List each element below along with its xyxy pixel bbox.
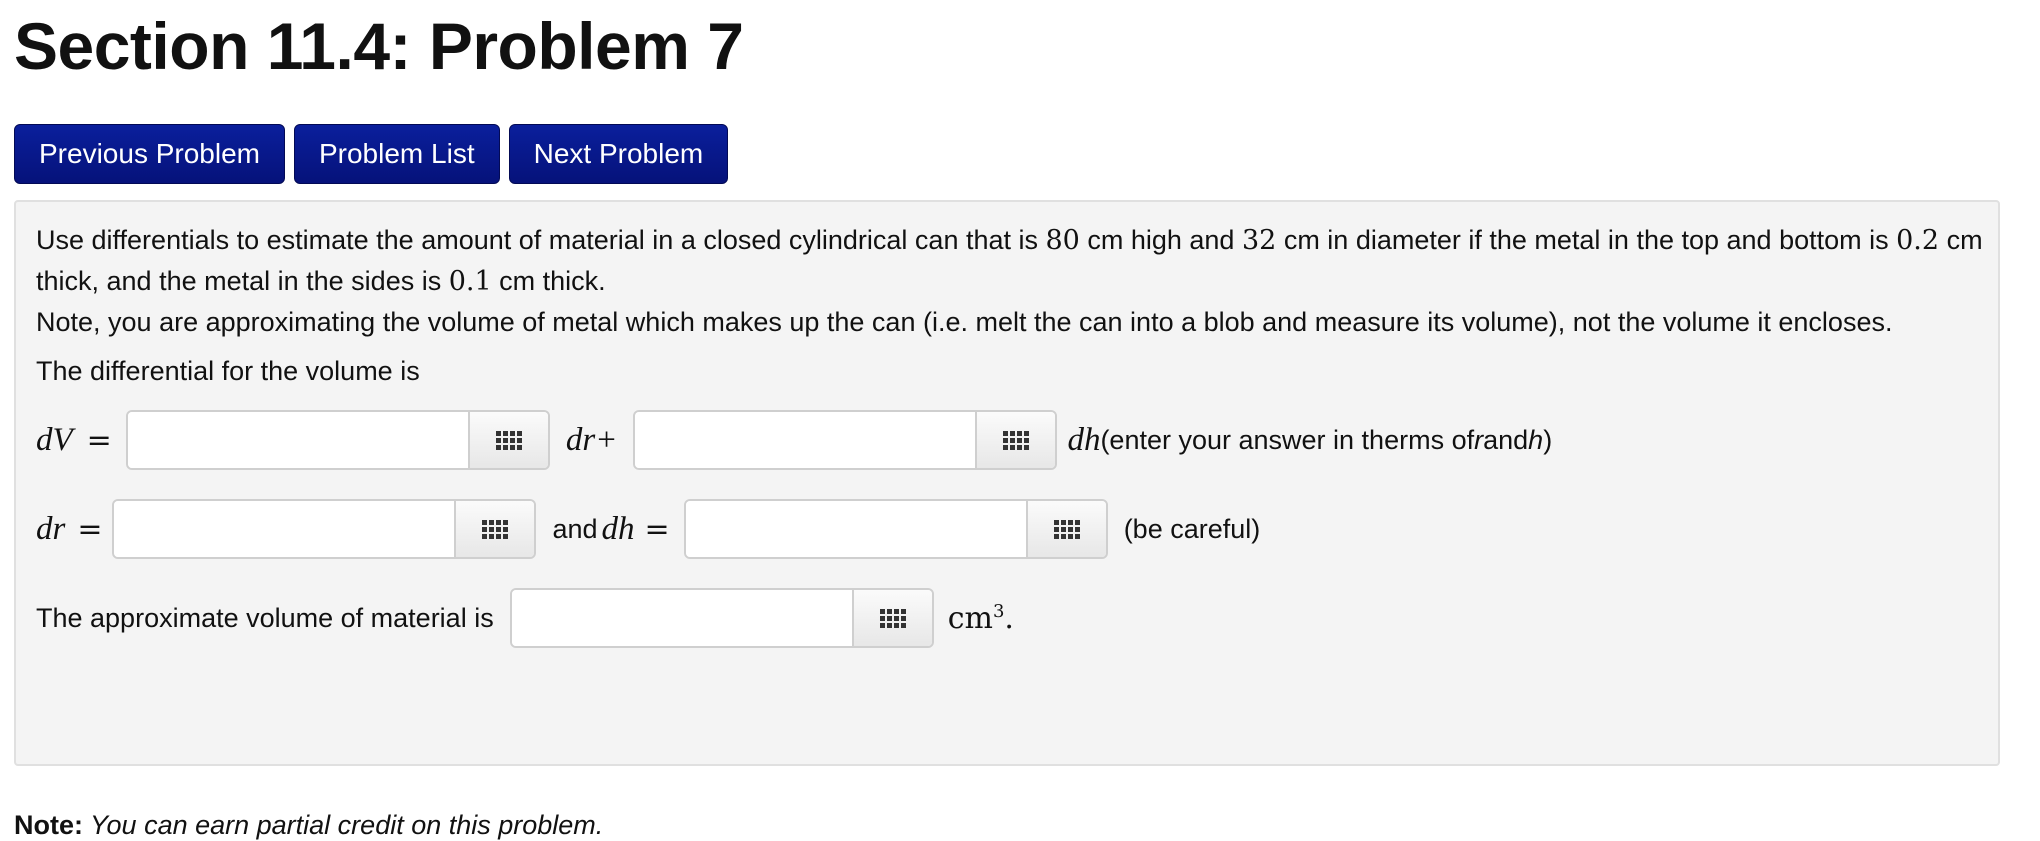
statement-text: cm thick. — [491, 266, 606, 296]
unit-exponent: 3 — [992, 600, 1005, 622]
equals-sign: = — [644, 511, 670, 547]
be-careful-note: (be careful) — [1123, 513, 1261, 544]
dr-dh-row: dr = and dh = (be careful) — [36, 499, 1260, 559]
and-text: and — [552, 513, 598, 544]
math-keyboard-icon[interactable] — [467, 412, 548, 468]
dv-row: dV = dr+ dh (enter your answer in therms… — [36, 410, 1552, 470]
dv-dr-coefficient-input[interactable] — [127, 412, 468, 468]
volume-row: The approximate volume of material is cm… — [36, 588, 1014, 648]
next-problem-button[interactable]: Next Problem — [508, 124, 729, 184]
dv-dh-coefficient-answer — [633, 410, 1058, 470]
dh-answer — [683, 499, 1108, 559]
math-keyboard-icon[interactable] — [1025, 501, 1106, 557]
problem-panel: Use differentials to estimate the amount… — [14, 200, 2000, 766]
top-bottom-thickness: 0.2 — [1896, 225, 1940, 256]
hint-r-var: r — [1474, 424, 1484, 455]
dh-input[interactable] — [685, 501, 1026, 557]
differential-intro-row: The differential for the volume is — [36, 356, 420, 387]
dr-label: dr — [36, 510, 66, 547]
math-keyboard-icon[interactable] — [975, 412, 1056, 468]
equals-sign: = — [77, 511, 103, 547]
approx-volume-label: The approximate volume of material is — [36, 602, 494, 633]
volume-input[interactable] — [511, 590, 852, 646]
diameter-value: 32 — [1241, 225, 1277, 256]
dh-label: dh — [601, 510, 635, 547]
dr-term: dr+ — [565, 421, 618, 458]
problem-nav: Previous Problem Problem List Next Probl… — [14, 124, 729, 184]
previous-problem-button[interactable]: Previous Problem — [14, 124, 285, 184]
dh-term: dh — [1067, 421, 1101, 458]
statement-note: Note, you are approximating the volume o… — [36, 307, 1893, 337]
equals-sign: = — [86, 422, 112, 458]
volume-unit: cm3. — [948, 601, 1014, 636]
unit-text: cm — [947, 600, 993, 636]
hint-and: and — [1483, 424, 1529, 455]
volume-answer — [509, 588, 934, 648]
dv-label: dV — [36, 421, 73, 458]
statement-text: Use differentials to estimate the amount… — [36, 225, 1046, 255]
hint-close: ) — [1543, 424, 1553, 455]
dv-hint: (enter your answer in therms of — [1100, 424, 1475, 455]
problem-statement: Use differentials to estimate the amount… — [36, 220, 1986, 342]
note-text: You can earn partial credit on this prob… — [83, 810, 604, 840]
statement-text: cm high and — [1079, 225, 1242, 255]
page-title: Section 11.4: Problem 7 — [14, 9, 744, 83]
height-value: 80 — [1045, 225, 1080, 256]
hint-h-var: h — [1528, 424, 1544, 455]
side-thickness: 0.1 — [448, 266, 492, 297]
partial-credit-note: Note: You can earn partial credit on thi… — [14, 810, 603, 841]
math-keyboard-icon[interactable] — [851, 590, 932, 646]
note-label: Note: — [14, 810, 83, 840]
math-keyboard-icon[interactable] — [454, 501, 535, 557]
problem-list-button[interactable]: Problem List — [293, 124, 500, 184]
differential-intro: The differential for the volume is — [36, 356, 420, 386]
unit-period: . — [1004, 600, 1014, 636]
dr-answer — [112, 499, 537, 559]
dr-input[interactable] — [114, 501, 455, 557]
dv-dr-coefficient-answer — [125, 410, 550, 470]
dv-dh-coefficient-input[interactable] — [635, 412, 976, 468]
statement-text: cm in diameter if the metal in the top a… — [1276, 225, 1897, 255]
